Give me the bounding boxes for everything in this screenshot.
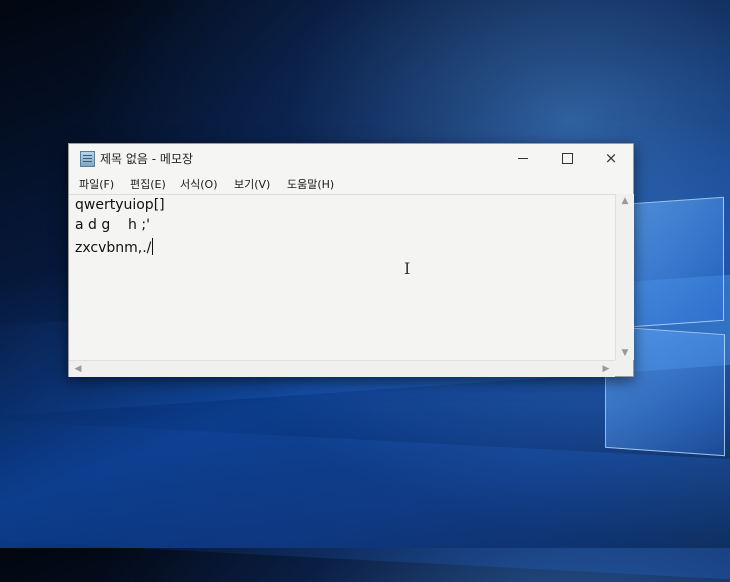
maximize-icon: [561, 152, 573, 164]
scroll-right-icon[interactable]: ▶: [599, 362, 613, 376]
text-editor[interactable]: qwertyuiop[] a d g h ;' zxcvbnm,./ I: [69, 194, 615, 361]
menu-format[interactable]: 서식(O): [180, 176, 217, 192]
scroll-up-icon[interactable]: ▲: [616, 194, 634, 208]
horizontal-scrollbar[interactable]: ◀ ▶: [69, 360, 615, 377]
close-icon: ×: [604, 148, 618, 167]
notepad-icon[interactable]: [80, 151, 95, 167]
text-line: zxcvbnm,./: [75, 238, 154, 256]
text-line-content: a d g h ;': [75, 217, 150, 233]
menu-edit[interactable]: 편집(E): [130, 176, 166, 192]
windows-logo-pane: [632, 196, 724, 328]
menu-file[interactable]: 파일(F): [79, 176, 114, 192]
text-line: a d g h ;': [75, 217, 150, 233]
scroll-down-icon[interactable]: ▼: [616, 346, 634, 360]
text-line: qwertyuiop[]: [75, 197, 165, 213]
text-line-content: zxcvbnm,./: [75, 240, 152, 256]
menu-view[interactable]: 보기(V): [234, 176, 270, 192]
minimize-button[interactable]: [501, 144, 545, 172]
menu-bar: 파일(F) 편집(E) 서식(O) 보기(V) 도움말(H): [69, 172, 633, 194]
notepad-window: 제목 없음 - 메모장 × 파일(F) 편집(E) 서식(O) 보기(V) 도움…: [68, 143, 634, 377]
window-title: 제목 없음 - 메모장: [100, 152, 194, 166]
menu-help[interactable]: 도움말(H): [287, 176, 334, 192]
title-bar[interactable]: 제목 없음 - 메모장 ×: [69, 144, 633, 172]
text-caret: [152, 238, 154, 255]
scroll-left-icon[interactable]: ◀: [71, 362, 85, 376]
close-button[interactable]: ×: [589, 144, 633, 172]
i-beam-cursor-icon: I: [404, 259, 411, 278]
minimize-icon: [518, 157, 528, 159]
maximize-button[interactable]: [545, 144, 589, 172]
vertical-scrollbar[interactable]: ▲ ▼: [615, 194, 634, 360]
text-line-content: qwertyuiop[]: [75, 197, 165, 213]
scrollbar-corner: [615, 360, 633, 376]
